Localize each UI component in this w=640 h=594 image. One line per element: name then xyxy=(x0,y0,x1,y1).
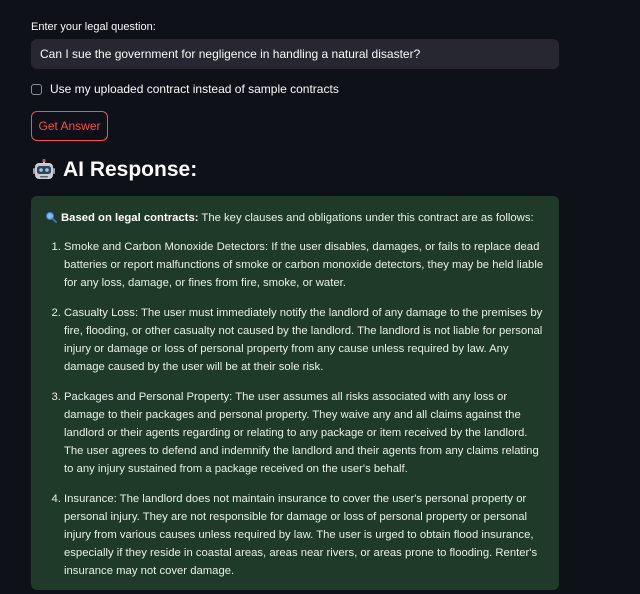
use-uploaded-contract-checkbox[interactable] xyxy=(31,83,42,95)
magnifier-icon xyxy=(46,212,57,223)
clause-item: Smoke and Carbon Monoxide Detectors: If … xyxy=(64,238,545,292)
app-page: Enter your legal question: Use my upload… xyxy=(0,0,640,594)
robot-icon xyxy=(33,159,55,179)
question-input[interactable] xyxy=(31,39,559,69)
get-answer-button[interactable]: Get Answer xyxy=(31,111,108,141)
ai-response-title: AI Response: xyxy=(63,158,198,181)
use-uploaded-contract-option[interactable]: Use my uploaded contract instead of samp… xyxy=(31,82,339,96)
clause-item: Packages and Personal Property: The user… xyxy=(64,388,545,478)
question-label: Enter your legal question: xyxy=(31,21,156,33)
clause-item: Casualty Loss: The user must immediately… xyxy=(64,304,545,376)
answer-intro-bold: Based on legal contracts: xyxy=(61,212,199,224)
pen-icon xyxy=(31,0,47,1)
clause-item: Insurance: The landlord does not maintai… xyxy=(64,490,545,580)
clause-list: Smoke and Carbon Monoxide Detectors: If … xyxy=(45,238,545,580)
page-title-clipped xyxy=(31,0,47,1)
use-uploaded-contract-label: Use my uploaded contract instead of samp… xyxy=(50,82,339,96)
answer-intro-text: The key clauses and obligations under th… xyxy=(198,212,534,224)
ai-response-heading: AI Response: xyxy=(33,158,197,182)
answer-panel: Based on legal contracts: The key clause… xyxy=(31,196,559,590)
answer-intro: Based on legal contracts: The key clause… xyxy=(45,209,545,227)
